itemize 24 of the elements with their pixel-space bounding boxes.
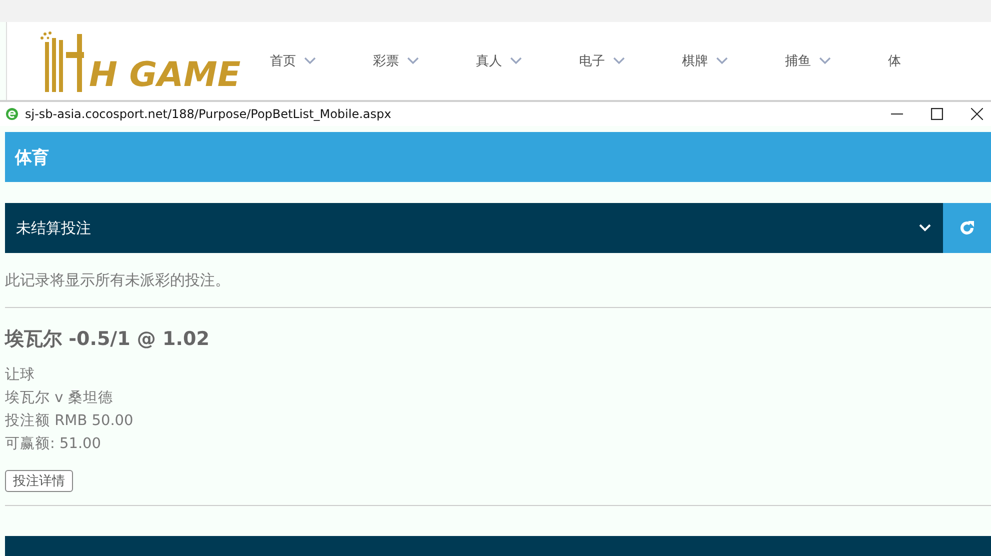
nav-item[interactable]: 体 xyxy=(888,52,991,70)
logo-text: H GAME xyxy=(89,58,241,92)
bet-detail-line: 投注额 RMB 50.00 xyxy=(5,412,134,431)
nav-item[interactable]: 棋牌 xyxy=(682,52,785,70)
bet-detail-line: 埃瓦尔 v 桑坦德 xyxy=(5,389,114,408)
nav-item[interactable]: 电子 xyxy=(579,52,682,70)
refresh-button[interactable] xyxy=(943,203,991,253)
close-icon[interactable] xyxy=(971,108,983,120)
maximize-icon[interactable] xyxy=(931,108,943,120)
nav-item[interactable]: 首页 xyxy=(270,52,373,70)
bet-detail-line: 可赢额: 51.00 xyxy=(5,434,102,454)
page-title: 体育 xyxy=(15,146,49,168)
nav-item[interactable]: 捕鱼 xyxy=(785,52,888,70)
browser-icon xyxy=(5,107,19,121)
description-text: 此记录将显示所有未派彩的投注。 xyxy=(5,271,991,308)
bet-details-button[interactable]: 投注详情 xyxy=(5,470,73,492)
chevron-down-icon xyxy=(919,224,931,232)
bet-title: 埃瓦尔 -0.5/1 @ 1.02 xyxy=(5,327,210,352)
bet-detail-line: 让球 xyxy=(5,366,36,385)
nav-item[interactable]: 真人 xyxy=(476,52,579,70)
bet-filter-dropdown[interactable]: 未结算投注 xyxy=(5,203,943,253)
nav-item[interactable]: 彩票 xyxy=(373,52,476,70)
refresh-icon xyxy=(959,220,975,236)
popup-url: sj-sb-asia.cocosport.net/188/Purpose/PopBetList_Mobile.aspx xyxy=(25,107,392,121)
